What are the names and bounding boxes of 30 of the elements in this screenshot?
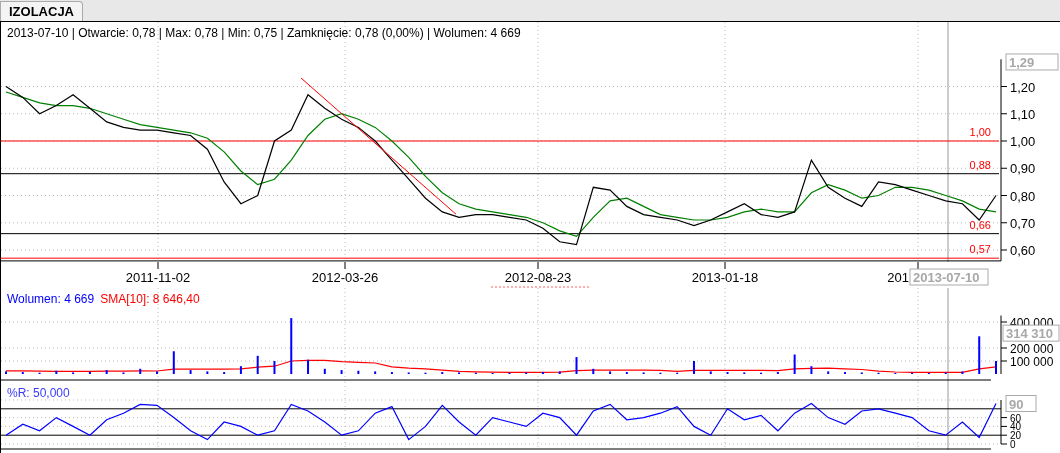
axis-label: 20 (1010, 430, 1022, 442)
axis-label: 2012-03-26 (311, 270, 379, 285)
axis-label: 0,90 (1010, 161, 1036, 177)
axis-label: 201 (887, 270, 909, 285)
axis-label: 0,70 (1010, 215, 1036, 231)
axis-label: 1,00 (1010, 134, 1036, 149)
axis-label: 60 (1010, 412, 1022, 424)
volume-marker: 314 310 (1002, 324, 1060, 342)
level-label: 1,00 (969, 126, 991, 138)
axis-label: 100 000 (1010, 355, 1054, 369)
axis-label: 2012-08-23 (504, 270, 572, 285)
legend-text: SMA[10]: 8 646,40 (100, 292, 200, 306)
axis-label: 1,10 (1010, 106, 1036, 122)
axis-label: 2011-11-02 (125, 270, 191, 285)
legend-text: %R: 50,000 (7, 386, 70, 400)
axis-label: 1,20 (1010, 79, 1036, 95)
quote-info: 2013-07-10 | Otwarcie: 0,78 | Max: 0,78 | Min: 0,75 | Zamknięcie: 0,78 (0,00%) | Wolumen: 4 669 (7, 26, 521, 40)
axis-label: 0,60 (1010, 243, 1036, 258)
axis-label: 200 000 (1010, 342, 1054, 356)
axis-label: 40 (1010, 421, 1022, 433)
oscillator-marker: 90 (1005, 395, 1037, 412)
level-label: 0,57 (969, 243, 991, 256)
level-label: 0,88 (969, 158, 991, 171)
axis-label: 2013-01-18 (691, 270, 759, 285)
price-marker: 1,29 (1005, 53, 1059, 71)
axis-label: 0 (1010, 439, 1016, 450)
axis-label: 0,80 (1010, 188, 1036, 204)
level-label: 0,66 (969, 218, 991, 231)
legend-text: Wolumen: 4 669 (7, 292, 95, 306)
date-marker: 2013-07-10 (909, 268, 989, 286)
